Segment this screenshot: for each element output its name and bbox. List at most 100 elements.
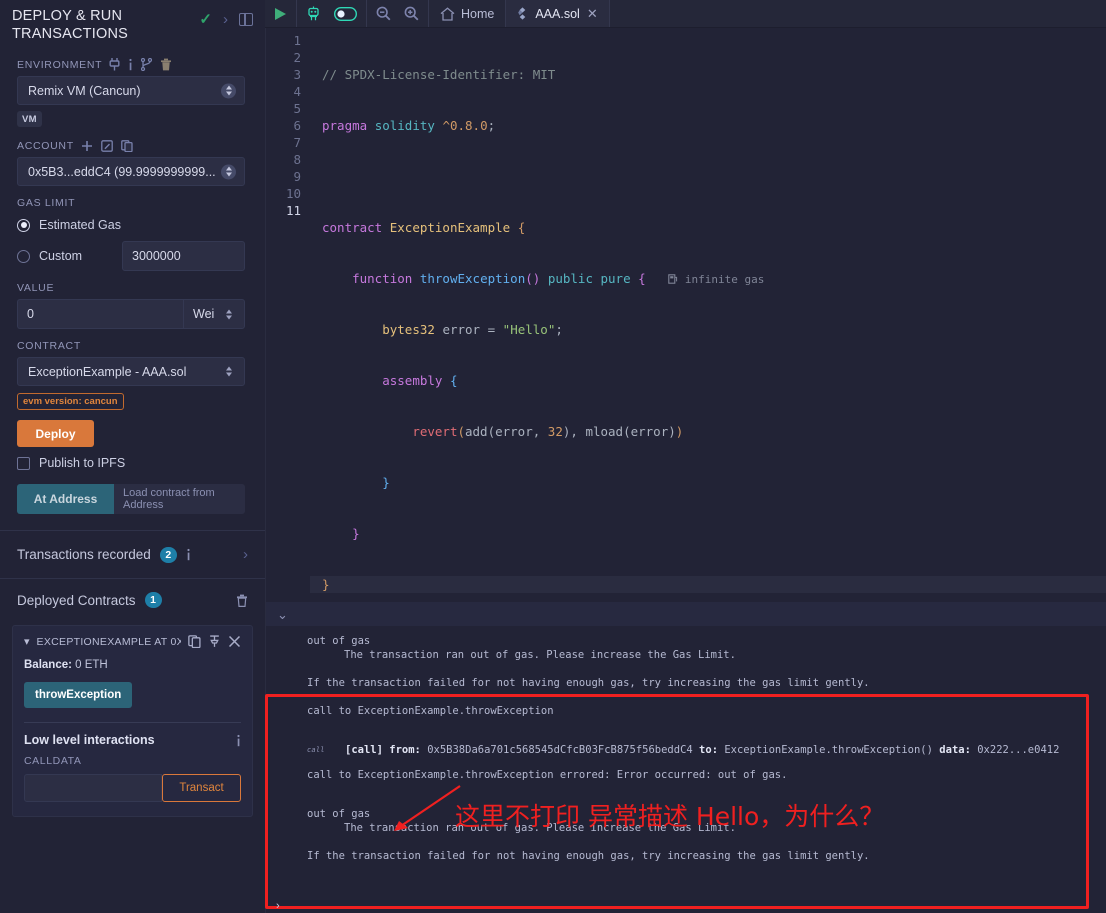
- chevron-down-icon[interactable]: ▾: [24, 635, 30, 648]
- terminal-output[interactable]: out of gas The transaction ran out of ga…: [266, 626, 1106, 913]
- file-tab-aaa-sol[interactable]: AAA.sol ✕: [505, 0, 610, 27]
- call-from-label: from:: [389, 744, 421, 756]
- account-label-row: ACCOUNT: [17, 140, 248, 152]
- terminal-call-row[interactable]: call [call] from: 0x5B38Da6a701c568545dC…: [266, 743, 1106, 757]
- line-number-current: 11: [285, 203, 301, 218]
- custom-gas-radio[interactable]: [17, 249, 30, 263]
- plug-icon[interactable]: [109, 58, 120, 71]
- zoom-out-icon[interactable]: [376, 6, 391, 21]
- call-tag: call: [307, 746, 325, 754]
- throw-exception-button[interactable]: throwException: [24, 682, 133, 708]
- git-branch-icon[interactable]: [141, 58, 153, 71]
- at-address-input[interactable]: Load contract from Address: [114, 484, 245, 514]
- edit-icon[interactable]: [100, 140, 113, 152]
- copy-icon[interactable]: [120, 140, 133, 152]
- custom-gas-option[interactable]: Custom: [17, 249, 122, 263]
- code-line: assembly {: [382, 373, 458, 388]
- line-number: 6: [293, 118, 301, 133]
- at-address-button[interactable]: At Address: [17, 484, 114, 514]
- call-data-label: data:: [939, 744, 971, 756]
- terminal-error-line: call to ExceptionExample.throwException …: [307, 769, 788, 781]
- close-icon[interactable]: ✕: [587, 6, 598, 22]
- contract-spinner-icon[interactable]: [221, 364, 236, 379]
- account-icons: [81, 140, 133, 152]
- value-unit-spinner-icon[interactable]: [221, 307, 236, 322]
- close-icon[interactable]: [228, 635, 241, 648]
- home-tab[interactable]: Home: [429, 0, 505, 27]
- evm-version-badge: evm version: cancun: [17, 393, 124, 410]
- transactions-recorded-label: Transactions recorded: [17, 547, 151, 562]
- publish-ipfs-checkbox[interactable]: [17, 456, 30, 470]
- calldata-label: CALLDATA: [24, 755, 82, 767]
- account-select[interactable]: 0x5B3...eddC4 (99.9999999999...: [17, 157, 245, 186]
- vm-badge: VM: [17, 111, 42, 127]
- toggle-on-icon[interactable]: [334, 6, 357, 21]
- page-title: DEPLOY & RUN TRANSACTIONS: [12, 8, 128, 42]
- line-number: 3: [293, 67, 301, 82]
- account-label: ACCOUNT: [17, 140, 74, 152]
- environment-spinner-icon[interactable]: [221, 83, 236, 98]
- terminal-line: The transaction ran out of gas. Please i…: [344, 822, 736, 834]
- code-editor[interactable]: 1 2 3 4 5 6 7 8 9 10 11 // SPDX-License-…: [265, 28, 1106, 602]
- plus-icon[interactable]: [81, 140, 93, 152]
- contract-select[interactable]: ExceptionExample - AAA.sol: [17, 357, 245, 386]
- call-details: [call] from: 0x5B38Da6a701c568545dCfcB03…: [345, 743, 1059, 757]
- gas-limit-label: GAS LIMIT: [17, 197, 76, 209]
- estimated-gas-label: Estimated Gas: [39, 218, 121, 232]
- copy-icon[interactable]: [188, 635, 201, 648]
- custom-gas-input[interactable]: 3000000: [122, 241, 245, 271]
- check-icon[interactable]: ✓: [199, 12, 212, 27]
- value-unit-select[interactable]: Wei: [183, 299, 245, 329]
- terminal-line: If the transaction failed for not having…: [307, 677, 870, 689]
- info-icon[interactable]: [128, 58, 133, 71]
- code-content[interactable]: // SPDX-License-Identifier: MIT pragma s…: [310, 32, 1106, 602]
- transactions-recorded-row[interactable]: Transactions recorded 2 ›: [0, 531, 265, 578]
- calldata-input[interactable]: [24, 774, 162, 802]
- line-number: 4: [293, 84, 301, 99]
- deployed-contract-name: EXCEPTIONEXAMPLE AT 0XD1…: [36, 635, 181, 648]
- panel-body: ENVIRONMENT Remix VM (Cancun) VM ACCOUNT…: [0, 58, 265, 514]
- line-number: 5: [293, 101, 301, 116]
- transact-button[interactable]: Transact: [162, 774, 241, 802]
- trash-icon[interactable]: [236, 594, 248, 607]
- code-line: pragma solidity ^0.8.0;: [322, 118, 496, 133]
- robot-icon[interactable]: [306, 6, 321, 21]
- account-spinner-icon[interactable]: [221, 164, 236, 179]
- publish-ipfs-row[interactable]: Publish to IPFS: [17, 456, 248, 470]
- estimated-gas-radio[interactable]: [17, 218, 30, 232]
- chevron-double-down-icon[interactable]: ⌄: [277, 608, 288, 621]
- deployed-contract-header[interactable]: ▾ EXCEPTIONEXAMPLE AT 0XD1…: [24, 635, 241, 648]
- toolbar-run-group: [265, 0, 297, 27]
- at-address-row: At Address Load contract from Address: [17, 484, 245, 514]
- play-icon[interactable]: [274, 7, 287, 21]
- deploy-button[interactable]: Deploy: [17, 420, 94, 447]
- value-input[interactable]: 0: [17, 299, 183, 329]
- pin-icon[interactable]: [208, 635, 221, 648]
- chevron-right-icon[interactable]: ›: [243, 546, 248, 563]
- info-icon[interactable]: [236, 734, 241, 747]
- layout-panel-icon[interactable]: [239, 13, 253, 26]
- call-to: ExceptionExample.throwException(): [724, 744, 933, 756]
- home-label: Home: [461, 6, 495, 21]
- environment-select[interactable]: Remix VM (Cancun): [17, 76, 245, 105]
- environment-value: Remix VM (Cancun): [28, 83, 141, 98]
- info-icon[interactable]: [186, 548, 191, 561]
- publish-ipfs-label: Publish to IPFS: [39, 456, 126, 470]
- custom-gas-row: Custom 3000000: [17, 241, 248, 271]
- chevron-right-icon[interactable]: ›: [223, 12, 228, 27]
- account-value: 0x5B3...eddC4 (99.9999999999...: [28, 164, 216, 179]
- environment-label-row: ENVIRONMENT: [17, 58, 248, 71]
- value-unit-text: Wei: [193, 307, 215, 321]
- code-area: 1 2 3 4 5 6 7 8 9 10 11 // SPDX-License-…: [266, 28, 1106, 602]
- trash-icon[interactable]: [160, 58, 172, 71]
- value-row: 0 Wei: [17, 299, 245, 329]
- deployed-contracts-count: 1: [144, 592, 162, 608]
- contract-balance-label: Balance:: [24, 659, 72, 671]
- zoom-in-icon[interactable]: [404, 6, 419, 21]
- estimated-gas-option[interactable]: Estimated Gas: [17, 214, 248, 236]
- code-line: }: [352, 526, 360, 541]
